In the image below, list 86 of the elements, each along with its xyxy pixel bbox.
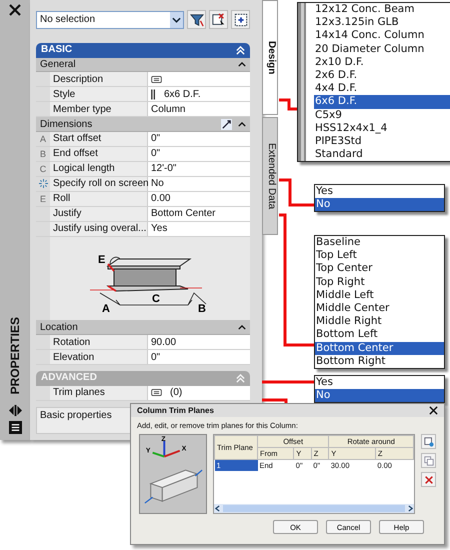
filter-icon[interactable] xyxy=(187,10,206,29)
list-option[interactable]: Middle Left xyxy=(315,288,444,302)
property-label: Description xyxy=(50,72,148,86)
connector-line xyxy=(279,98,297,110)
list-option[interactable]: Top Left xyxy=(315,249,444,262)
property-value[interactable]: 0" xyxy=(148,146,250,161)
selection-dropdown[interactable]: No selection xyxy=(36,10,184,28)
list-option[interactable]: 6x6 D.F. xyxy=(314,95,450,108)
property-label: Member type xyxy=(50,102,148,116)
property-value[interactable]: 0" xyxy=(148,132,250,146)
note-icon xyxy=(151,389,162,396)
resize-arrows-icon[interactable] xyxy=(8,404,22,417)
connector-line xyxy=(262,398,288,404)
list-option[interactable]: Yes xyxy=(315,376,444,390)
property-value[interactable]: Bottom Center xyxy=(148,206,250,221)
connector-line xyxy=(262,380,314,384)
dimension-label: B xyxy=(198,302,206,314)
list-option[interactable]: No xyxy=(315,198,444,212)
dialog-title: Column Trim Planes xyxy=(137,406,214,415)
property-label: End offset xyxy=(50,146,148,161)
property-label: Start offset xyxy=(50,132,148,146)
dimension-label: A xyxy=(102,302,110,314)
property-value[interactable]: 90.00 xyxy=(148,335,250,350)
property-value[interactable]: 12'-0" xyxy=(148,162,250,176)
dimension-label: C xyxy=(152,292,160,305)
delete-icon[interactable] xyxy=(421,472,436,487)
list-option[interactable]: Top Center xyxy=(315,262,444,276)
list-option[interactable]: Middle Right xyxy=(315,315,444,328)
property-value[interactable]: No xyxy=(148,176,250,191)
axes-icon xyxy=(152,441,180,458)
edit-icon[interactable] xyxy=(221,118,232,130)
list-icon[interactable] xyxy=(8,421,22,434)
scroll-right-icon[interactable] xyxy=(407,505,414,512)
property-value[interactable]: 0" xyxy=(148,350,250,364)
dimension-marker: B xyxy=(40,148,46,159)
list-option[interactable]: Yes xyxy=(315,185,444,198)
property-value[interactable] xyxy=(148,72,250,86)
property-value[interactable]: (0) xyxy=(148,386,250,400)
quick-select-icon[interactable] xyxy=(231,10,250,29)
palette-tab[interactable]: Extended Data xyxy=(262,117,278,235)
list-option[interactable]: Bottom Right xyxy=(315,354,444,368)
select-objects-icon[interactable] xyxy=(209,10,228,29)
property-label: Rotation xyxy=(50,335,148,350)
palette-tab[interactable]: Design xyxy=(262,0,278,115)
close-icon[interactable] xyxy=(429,406,438,415)
chevron-icon[interactable] xyxy=(238,62,246,67)
property-label: Justify using overal... xyxy=(50,222,148,236)
dimension-marker: E xyxy=(40,194,46,204)
scroll-left-icon[interactable] xyxy=(214,505,221,512)
copy-icon[interactable] xyxy=(421,453,436,468)
property-label: Style xyxy=(50,87,148,102)
property-label: Justify xyxy=(50,206,148,221)
property-value[interactable]: 0.00 xyxy=(148,192,250,206)
style-swatch-icon xyxy=(151,88,156,100)
connector-line xyxy=(279,178,314,206)
chevron-icon[interactable] xyxy=(238,122,246,126)
group-title: Location xyxy=(40,322,79,333)
list-option[interactable]: Standard xyxy=(314,148,450,162)
pick-point-icon xyxy=(38,179,48,188)
property-value[interactable]: Column xyxy=(148,102,250,116)
section-header[interactable]: BASIC xyxy=(36,43,250,58)
property-label: Roll xyxy=(50,192,148,206)
property-label: Elevation xyxy=(50,350,148,364)
dimension-label: E xyxy=(98,254,106,266)
group-title: General xyxy=(40,58,77,70)
property-label: Logical length xyxy=(50,162,148,176)
list-option[interactable]: Bottom Center xyxy=(315,342,444,355)
list-option[interactable]: Top Right xyxy=(315,276,444,289)
dimension-marker: A xyxy=(40,134,46,144)
property-value[interactable]: Yes xyxy=(148,222,250,236)
list-option[interactable]: Bottom Left xyxy=(315,328,444,342)
property-label: Specify roll on screen xyxy=(50,176,148,191)
column-block-drawing xyxy=(144,470,203,504)
note-icon xyxy=(151,76,162,83)
list-option[interactable]: Middle Center xyxy=(315,302,444,316)
dimension-marker: C xyxy=(40,164,46,174)
horizontal-scrollbar[interactable] xyxy=(214,504,414,513)
group-title: Dimensions xyxy=(40,118,94,130)
property-value[interactable]: 6x6 D.F. xyxy=(148,87,250,102)
palette-title: PROPERTIES xyxy=(8,316,22,394)
add-plane-icon[interactable] xyxy=(421,434,436,449)
list-option[interactable]: No xyxy=(315,389,444,402)
close-icon[interactable] xyxy=(9,4,21,16)
property-label: Trim planes xyxy=(50,386,148,400)
chevron-icon[interactable] xyxy=(238,324,246,330)
list-option[interactable]: Baseline xyxy=(315,236,444,250)
